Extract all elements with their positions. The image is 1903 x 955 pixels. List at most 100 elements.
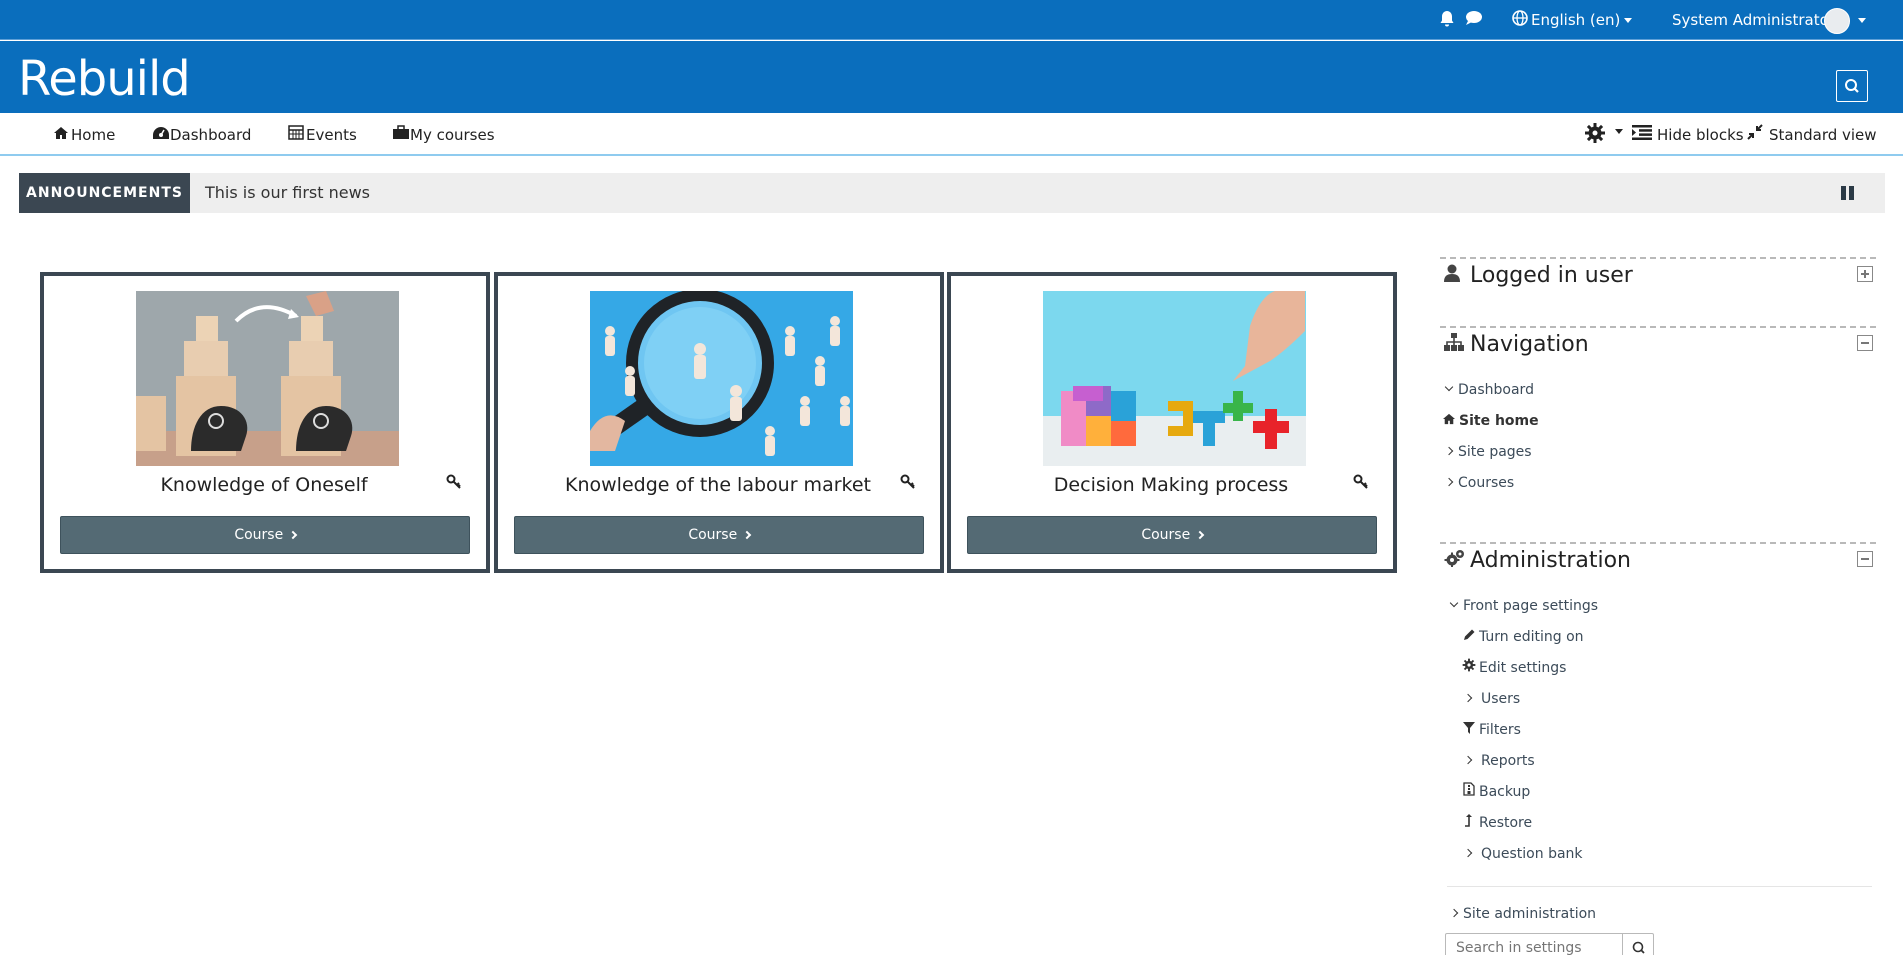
nav-tree-courses-label: Courses [1458, 475, 1515, 491]
key-icon [1353, 474, 1369, 494]
navigation-block-title[interactable]: Navigation [1444, 331, 1589, 360]
admin-users-label: Users [1481, 691, 1521, 707]
course-button-label: Course [234, 527, 284, 543]
collapse-block-icon[interactable] [1857, 335, 1873, 351]
settings-search-button[interactable] [1622, 933, 1654, 955]
chat-icon[interactable] [1465, 10, 1483, 31]
admin-backup-label: Backup [1479, 784, 1531, 800]
gear-icon [1461, 658, 1477, 679]
avatar[interactable] [1824, 8, 1850, 34]
admin-question-bank-label: Question bank [1481, 846, 1583, 862]
pencil-icon [1461, 628, 1477, 648]
hide-blocks-label: Hide blocks [1657, 126, 1744, 144]
admin-edit-settings-label: Edit settings [1479, 660, 1567, 676]
nav-events-label: Events [306, 126, 357, 144]
nav-tree-site-pages[interactable]: Site pages [1444, 442, 1532, 462]
bell-icon[interactable] [1439, 10, 1455, 33]
course-button[interactable]: Course [514, 516, 924, 554]
chevron-right-icon [1463, 755, 1473, 765]
announcement-bar: ANNOUNCEMENTS This is our first news [19, 173, 1885, 213]
filter-icon [1461, 721, 1477, 741]
nav-tree-courses[interactable]: Courses [1444, 473, 1514, 493]
settings-search-input[interactable] [1445, 933, 1623, 955]
language-menu[interactable]: English ‎(en)‎ [1531, 9, 1633, 31]
language-label: English ‎(en)‎ [1531, 11, 1621, 29]
administration-block-title[interactable]: Administration [1444, 547, 1631, 576]
chevron-down-icon [1444, 382, 1454, 392]
admin-question-bank[interactable]: Question bank [1463, 844, 1583, 864]
admin-edit-settings[interactable]: Edit settings [1461, 658, 1566, 679]
course-title[interactable]: Knowledge of the labour market [498, 472, 938, 498]
dashboard-icon [152, 124, 170, 146]
admin-restore[interactable]: Restore [1461, 813, 1532, 834]
nav-events[interactable]: Events [288, 124, 357, 146]
user-menu-toggle[interactable] [1854, 9, 1866, 31]
search-button[interactable] [1836, 70, 1868, 102]
chevron-right-icon [1463, 693, 1473, 703]
admin-reports[interactable]: Reports [1463, 751, 1535, 771]
home-icon [1441, 412, 1457, 432]
collapse-block-icon[interactable] [1857, 551, 1873, 567]
course-title[interactable]: Knowledge of Oneself [44, 472, 484, 498]
admin-site-administration[interactable]: Site administration [1449, 904, 1596, 924]
course-button[interactable]: Course [967, 516, 1377, 554]
nav-tree-dashboard-label: Dashboard [1458, 382, 1534, 398]
administration-title: Administration [1470, 548, 1631, 573]
nav-tree-dashboard[interactable]: Dashboard [1444, 380, 1534, 400]
course-title[interactable]: Decision Making process [951, 472, 1391, 498]
chevron-down-icon [1624, 18, 1633, 23]
chevron-right-icon [288, 530, 297, 540]
course-image[interactable] [1043, 291, 1306, 466]
hide-blocks-button[interactable]: Hide blocks [1632, 124, 1744, 146]
user-icon [1444, 263, 1470, 291]
standard-view-button[interactable]: Standard view [1747, 124, 1877, 146]
chevron-right-icon [742, 530, 751, 540]
nav-tree-site-home-label: Site home [1459, 413, 1539, 429]
primary-navigation: Home Dashboard Events My courses Hide bl… [0, 113, 1903, 156]
logged-in-user-title: Logged in user [1470, 263, 1633, 288]
level-up-icon [1461, 813, 1477, 834]
course-button[interactable]: Course [60, 516, 470, 554]
admin-users[interactable]: Users [1463, 689, 1520, 709]
standard-view-label: Standard view [1769, 126, 1877, 144]
indent-icon [1632, 124, 1657, 146]
calendar-icon [288, 124, 306, 146]
nav-dashboard-label: Dashboard [170, 126, 252, 144]
admin-filters-label: Filters [1479, 722, 1521, 738]
chevron-down-icon [1614, 129, 1623, 134]
top-bar: English ‎(en)‎ System Administrator [0, 0, 1903, 40]
globe-icon[interactable] [1512, 10, 1528, 31]
file-archive-icon [1461, 782, 1477, 803]
chevron-right-icon [1449, 908, 1459, 918]
block-divider [1440, 542, 1876, 544]
home-icon [53, 124, 71, 146]
nav-tree-site-home[interactable]: Site home [1441, 411, 1539, 432]
pause-icon[interactable] [1841, 186, 1855, 200]
search-icon [1845, 79, 1859, 93]
admin-filters[interactable]: Filters [1461, 720, 1521, 741]
chevron-right-icon [1463, 848, 1473, 858]
briefcase-icon [392, 124, 410, 146]
expand-block-icon[interactable] [1857, 266, 1873, 282]
site-title[interactable]: Rebuild [18, 51, 191, 107]
admin-turn-editing-on[interactable]: Turn editing on [1461, 627, 1584, 648]
nav-home[interactable]: Home [53, 124, 115, 146]
announcement-text[interactable]: This is our first news [205, 182, 370, 204]
divider [1447, 886, 1872, 887]
chevron-down-icon [1858, 18, 1866, 23]
chevron-right-icon [1444, 446, 1454, 456]
user-name[interactable]: System Administrator [1672, 9, 1835, 31]
chevron-right-icon [1444, 477, 1454, 487]
course-image[interactable] [136, 291, 399, 466]
course-card: Knowledge of Oneself Course [40, 272, 490, 573]
course-card: Knowledge of the labour market Course [494, 272, 944, 573]
block-divider [1440, 326, 1876, 328]
logged-in-user-block-title[interactable]: Logged in user [1444, 262, 1633, 291]
nav-dashboard[interactable]: Dashboard [152, 124, 251, 146]
nav-my-courses[interactable]: My courses [392, 124, 495, 146]
admin-front-page-settings[interactable]: Front page settings [1449, 596, 1598, 616]
admin-backup[interactable]: Backup [1461, 782, 1530, 803]
settings-menu[interactable] [1584, 122, 1623, 150]
course-image[interactable] [590, 291, 853, 466]
admin-site-administration-label: Site administration [1463, 906, 1597, 922]
